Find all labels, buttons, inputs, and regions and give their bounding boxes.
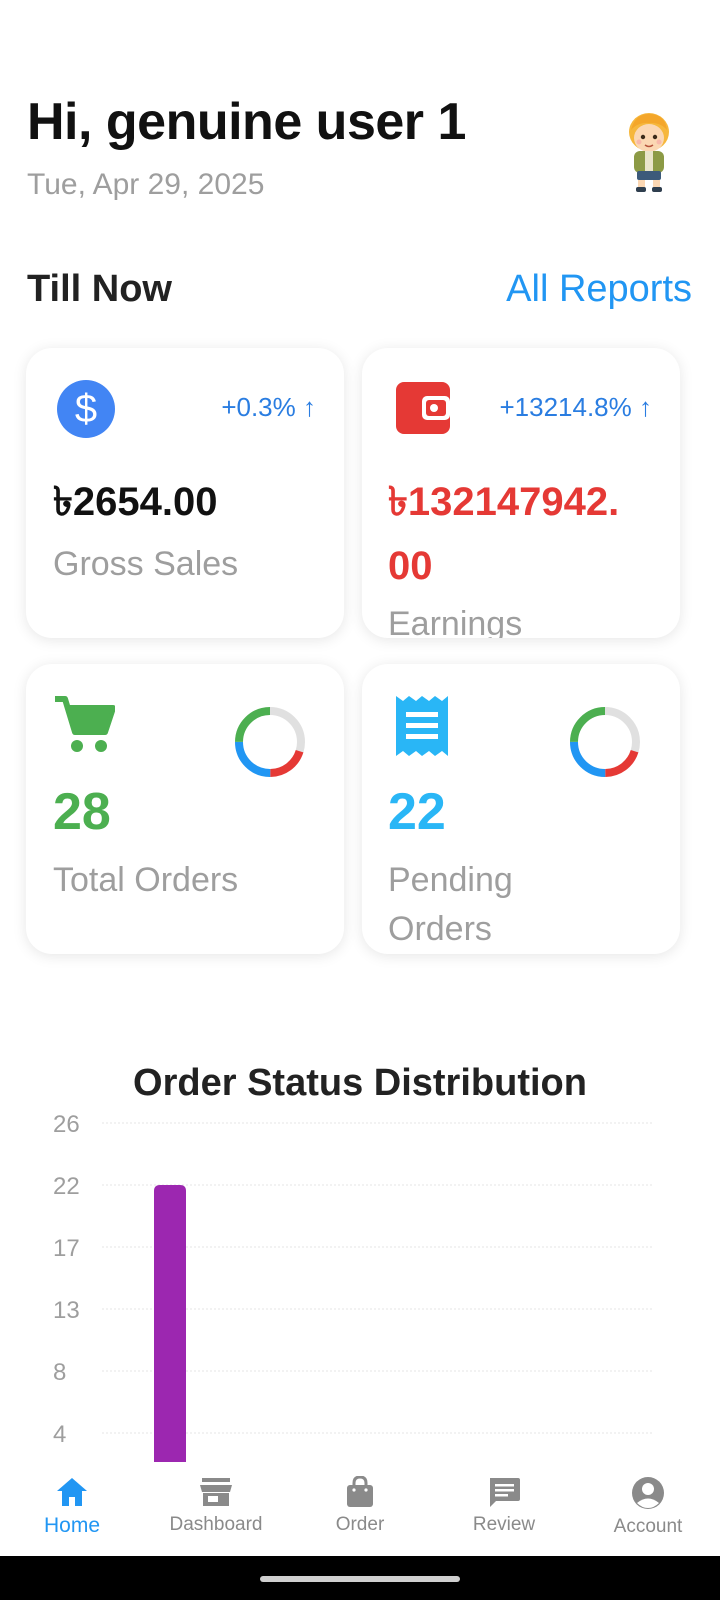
nav-label-dashboard: Dashboard (169, 1514, 263, 1535)
y-tick-label: 22 (53, 1173, 80, 1200)
store-icon (200, 1478, 232, 1506)
earnings-value-line1: ৳132147942. (388, 480, 620, 524)
current-date: Tue, Apr 29, 2025 (27, 168, 265, 201)
y-tick-label: 13 (53, 1297, 80, 1324)
bottom-navigation: Home Dashboard Order Review Account (0, 1462, 720, 1556)
nav-item-dashboard[interactable]: Dashboard (144, 1462, 288, 1556)
nav-label-order: Order (335, 1514, 385, 1535)
section-title: Till Now (27, 268, 172, 310)
pending-orders-card[interactable]: 22 Pending Orders (362, 664, 680, 954)
y-tick-label: 4 (53, 1421, 66, 1448)
earnings-value-line2: 00 (388, 544, 433, 588)
dollar-circle-icon: $ (57, 380, 115, 438)
gross-sales-card[interactable]: $ +0.3% ↑ ৳2654.00 Gross Sales (26, 348, 344, 638)
pending-orders-label: Pending Orders (388, 856, 513, 954)
order-donut-chart (235, 707, 305, 777)
home-gesture-handle[interactable] (260, 1576, 460, 1582)
shopping-bag-icon (347, 1476, 373, 1507)
greeting-title: Hi, genuine user 1 (27, 93, 466, 151)
order-status-chart-svg: 26 22 17 13 8 4 (53, 1111, 652, 1462)
nav-item-home[interactable]: Home (0, 1462, 144, 1556)
total-orders-value: 28 (53, 783, 111, 841)
chart-bar[interactable] (154, 1185, 186, 1462)
all-reports-link[interactable]: All Reports (506, 268, 692, 311)
y-tick-label: 17 (53, 1235, 80, 1262)
order-status-chart: 26 22 17 13 8 4 (0, 1100, 720, 1462)
cartoon-boy-avatar-icon (629, 113, 669, 192)
nav-item-review[interactable]: Review (432, 1462, 576, 1556)
nav-label-home: Home (43, 1514, 101, 1537)
total-orders-label: Total Orders (53, 861, 239, 899)
nav-label-account: Account (613, 1516, 683, 1537)
pending-orders-label-line2: Orders (388, 910, 492, 948)
earnings-change: +13214.8% ↑ (499, 392, 652, 422)
svg-text:$: $ (75, 387, 97, 431)
gross-sales-change: +0.3% ↑ (221, 392, 316, 422)
y-tick-label: 26 (53, 1111, 80, 1138)
pending-orders-label-line1: Pending (388, 861, 513, 899)
gross-sales-value: ৳2654.00 (53, 480, 218, 524)
receipt-icon (396, 696, 448, 756)
gross-sales-label: Gross Sales (53, 545, 239, 583)
earnings-value: ৳132147942. 00 (388, 470, 619, 598)
avatar[interactable] (620, 108, 678, 192)
cart-icon (55, 696, 115, 752)
account-circle-icon (632, 1477, 664, 1509)
earnings-label: Earnings (388, 605, 523, 638)
wallet-icon (396, 382, 450, 434)
nav-label-review: Review (472, 1514, 536, 1535)
pending-orders-value: 22 (388, 783, 446, 841)
chart-title: Order Status Distribution (133, 1062, 587, 1104)
nav-item-account[interactable]: Account (576, 1462, 720, 1556)
total-orders-card[interactable]: 28 Total Orders (26, 664, 344, 954)
system-navigation-bar (0, 1556, 720, 1600)
message-icon (490, 1478, 520, 1507)
earnings-card[interactable]: +13214.8% ↑ ৳132147942. 00 Earnings (362, 348, 680, 638)
pending-donut-chart (570, 707, 640, 777)
home-icon (57, 1478, 87, 1506)
nav-item-order[interactable]: Order (288, 1462, 432, 1556)
y-tick-label: 8 (53, 1359, 66, 1386)
